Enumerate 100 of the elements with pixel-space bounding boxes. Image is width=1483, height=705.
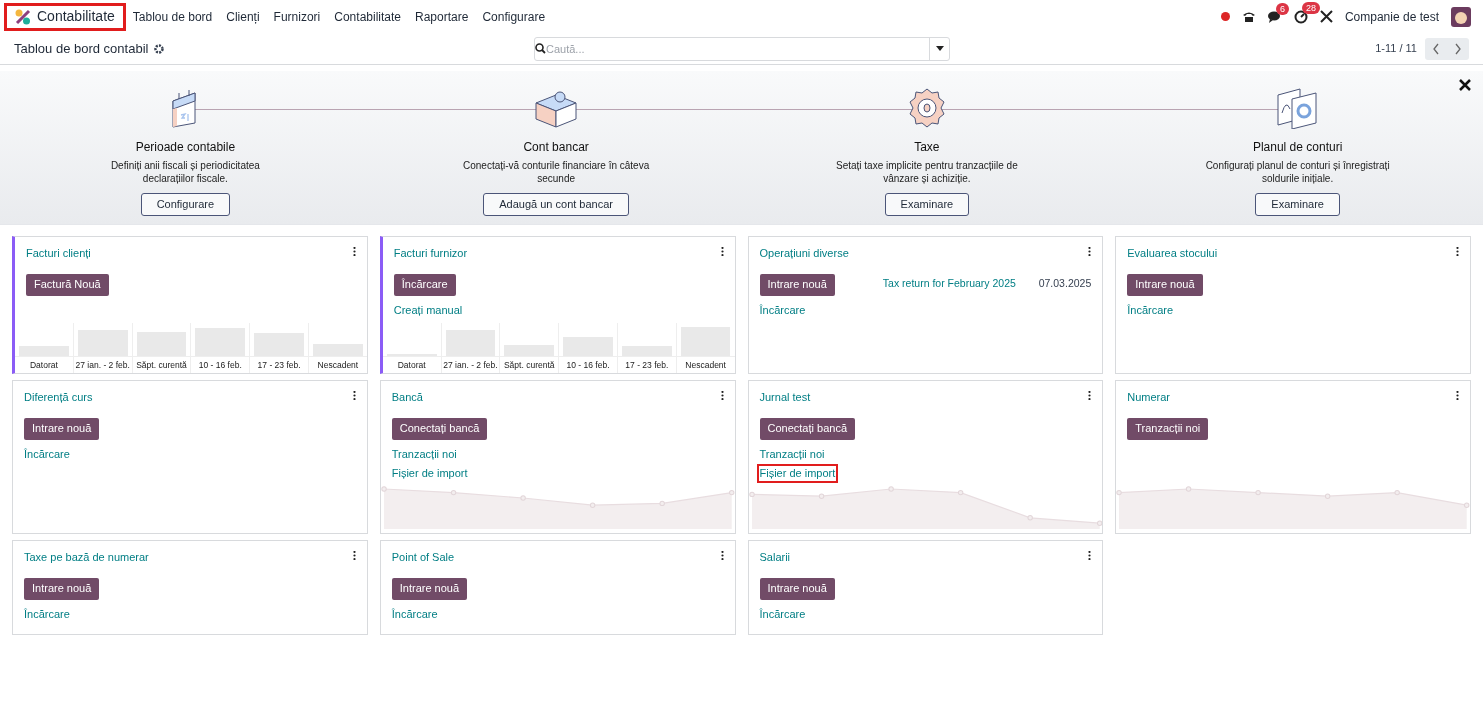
axis-label: 27 ian. - 2 feb. [73,356,132,373]
axis-label: Nescadent [676,356,735,373]
journal-link[interactable]: Încărcare [756,300,809,320]
sparkline-point [1026,515,1033,521]
activity-link[interactable]: Tax return for February 2025 [882,275,1016,320]
journal-link[interactable]: Fișier de import [756,463,839,483]
primary-button[interactable]: Factură Nouă [26,273,109,296]
menu-item[interactable]: Raportare [408,3,476,30]
primary-button[interactable]: Încărcare [393,273,456,296]
app-logo-icon [15,8,31,25]
axis-label: Datorat [382,356,441,373]
journal-title-link[interactable]: Operațiuni diverse [759,245,849,262]
more-options-icon[interactable] [1088,389,1092,400]
count-badge: 6 [1275,2,1289,15]
more-options-icon[interactable] [352,549,356,560]
step-description: Conectați-vă conturile financiare în câteva secunde [462,159,651,185]
more-options-icon[interactable] [1456,389,1459,400]
search-input[interactable]: Caută... [546,37,929,60]
primary-button[interactable]: Intrare nouă [24,417,100,440]
more-options-icon[interactable] [1088,245,1092,256]
company-name[interactable]: Companie de test [1344,7,1439,26]
search-icon [535,43,546,54]
step-title: Taxe [914,139,940,156]
sparkline-point [659,500,665,507]
previous-button[interactable] [1425,37,1447,60]
axis-label: Datorat [15,356,73,373]
primary-button[interactable]: Intrare nouă [759,577,835,600]
sparkline-point [450,489,457,496]
axis-label: 17 - 23 feb. [250,356,308,373]
journal-link[interactable]: Încărcare [21,604,73,624]
close-button[interactable] [1459,79,1471,91]
journal-link[interactable]: Încărcare [756,604,809,624]
more-options-icon[interactable] [720,389,724,400]
primary-button[interactable]: Intrare nouă [24,577,100,600]
journal-title-link[interactable]: Bancă [391,389,423,406]
journal-title-link[interactable]: Salarii [759,549,791,566]
journal-title-link[interactable]: Facturi clienți [26,245,91,262]
step-button[interactable]: Examinare [1255,193,1340,216]
journal-title-link[interactable]: Numerar [1127,389,1171,406]
tools-icon[interactable] [1319,10,1333,23]
settings-icon[interactable] [154,43,165,54]
menu-item[interactable]: Tablou de bord [125,3,220,30]
sparkline-point [520,495,526,501]
menu-item[interactable]: Configurare [475,3,553,30]
step-title: Planul de conturi [1252,139,1343,156]
chat-button[interactable] [1267,10,1282,23]
pager-value: 1-11 / 11 [1375,41,1417,57]
step-button[interactable]: Examinare [884,193,970,216]
axis-label: 10 - 16 feb. [559,356,617,373]
journal-title-link[interactable]: Taxe pe bază de numerar [24,549,149,566]
menu-item[interactable]: Contabilitate [327,3,408,30]
axis-label: Nescadent [309,356,367,373]
step-description: Configurați planul de conturi și înregistrați soldurile inițiale. [1204,159,1391,185]
step-title: Cont bancar [523,139,589,156]
more-options-icon[interactable] [352,389,356,400]
journal-link[interactable]: Tranzacții noi [756,444,828,464]
more-options-icon[interactable] [352,245,356,256]
step-button[interactable]: Adaugă un cont bancar [483,193,629,216]
sparkline-point [887,486,894,492]
journal-link[interactable]: Tranzacții noi [388,444,460,464]
gear-icon [907,87,946,129]
next-button[interactable] [1447,37,1469,60]
more-options-icon[interactable] [720,549,724,560]
puzzle-icon [534,89,579,129]
axis-label: 17 - 23 feb. [617,356,676,373]
primary-button[interactable]: Intrare nouă [1127,273,1203,296]
activity-button[interactable] [1293,9,1308,24]
primary-button[interactable]: Conectați bancă [391,417,488,440]
journal-link[interactable]: Creați manual [390,300,466,320]
step-description: Setați taxe implicite pentru tranzacțiile de vânzare și achiziție. [835,159,1019,185]
journal-title-link[interactable]: Jurnal test [759,389,811,406]
journal-title-link[interactable]: Point of Sale [391,549,455,566]
journal-link[interactable]: Încărcare [388,604,441,624]
more-options-icon[interactable] [1456,245,1459,256]
sparkline-point [957,489,963,496]
more-options-icon[interactable] [1088,549,1092,560]
primary-button[interactable]: Tranzacții noi [1127,417,1209,440]
activity-date: 07.03.2025 [1038,275,1092,291]
chevron-left-icon [1432,42,1440,55]
menu-item[interactable]: Furnizori [266,3,328,30]
sparkline-point [818,493,824,499]
journal-link[interactable]: Fișier de import [388,463,471,483]
primary-button[interactable]: Intrare nouă [391,577,468,600]
step-button[interactable]: Configurare [140,193,231,216]
search-field[interactable]: Caută... [534,36,950,61]
menu-item[interactable]: Clienți [219,3,267,30]
step-title: Perioade contabile [135,139,236,156]
journal-link[interactable]: Încărcare [1124,300,1177,320]
journal-title-link[interactable]: Facturi furnizor [393,245,468,262]
primary-button[interactable]: Conectați bancă [759,417,855,440]
app-name-link[interactable]: Contabilitate [4,2,126,31]
journal-title-link[interactable]: Evaluarea stocului [1127,245,1218,262]
chevron-right-icon [1454,42,1462,55]
phone-icon[interactable] [1241,10,1256,23]
avatar-icon[interactable] [1451,6,1471,27]
journal-link[interactable]: Încărcare [21,444,73,464]
more-options-icon[interactable] [720,245,724,256]
journal-title-link[interactable]: Diferență curs [24,389,93,406]
count-badge: 28 [1301,1,1320,14]
primary-button[interactable]: Intrare nouă [759,273,835,296]
